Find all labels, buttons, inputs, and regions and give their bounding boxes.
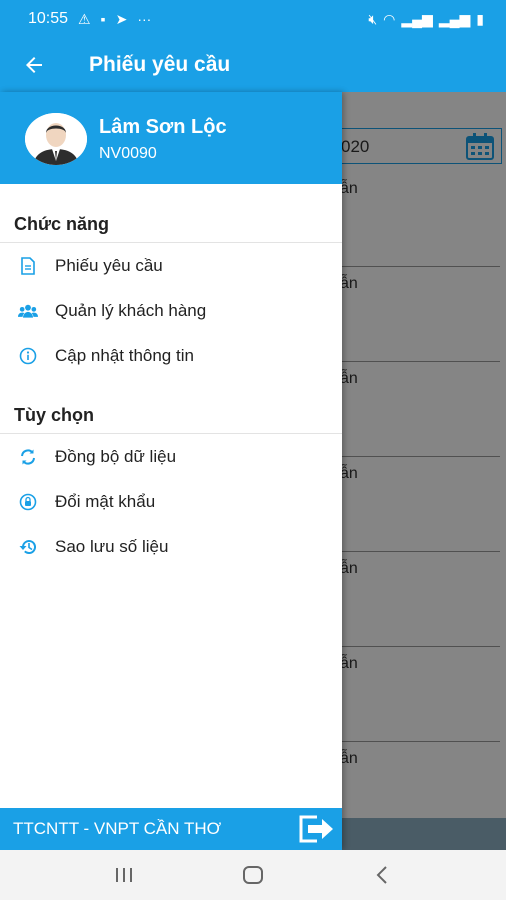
- status-bar: 10:55 ⚠ ▪ ➤ ··· 🔇︎ ◠ ▂▄▆ ▂▄▆ ▮: [0, 0, 506, 38]
- backup-icon: [18, 537, 38, 557]
- menu-item-request-form[interactable]: Phiếu yêu cầu: [0, 244, 342, 288]
- section-title-options: Tùy chọn: [14, 405, 94, 425]
- user-name: Lâm Sơn Lộc: [99, 116, 227, 138]
- menu-item-label: Đồng bộ dữ liệu: [55, 447, 177, 466]
- menu-item-label: Đổi mật khẩu: [55, 492, 156, 511]
- menu-item-backup-data[interactable]: Sao lưu số liệu: [0, 525, 342, 569]
- logout-icon: [299, 815, 333, 843]
- menu-item-sync-data[interactable]: Đồng bộ dữ liệu: [0, 435, 342, 479]
- arrow-left-icon: [26, 57, 42, 73]
- section-title-functions: Chức năng: [14, 214, 110, 234]
- mute-icon: 🔇︎: [368, 11, 378, 27]
- message-icon: ▪: [100, 11, 106, 27]
- lock-icon: [18, 492, 38, 512]
- recent-apps-icon: [116, 868, 133, 882]
- logout-button[interactable]: [296, 812, 336, 846]
- signal-icon-2: ▂▄▆: [438, 11, 471, 27]
- menu-item-update-info[interactable]: Cập nhật thông tin: [0, 334, 342, 378]
- signal-icon: ▂▄▆: [401, 11, 433, 27]
- menu-item-label: Quản lý khách hàng: [55, 301, 207, 320]
- document-icon: [18, 256, 38, 276]
- recent-apps-button[interactable]: [104, 855, 144, 895]
- back-nav-button[interactable]: [362, 855, 402, 895]
- avatar: [25, 113, 87, 165]
- drawer-header: Lâm Sơn Lộc NV0090: [0, 92, 342, 184]
- back-button[interactable]: [0, 38, 68, 92]
- status-time: 10:55: [28, 10, 69, 27]
- wifi-icon: ◠: [383, 11, 396, 27]
- home-icon: [242, 866, 263, 884]
- menu-item-change-password[interactable]: Đổi mật khẩu: [0, 480, 342, 524]
- menu-item-label: Sao lưu số liệu: [55, 537, 169, 556]
- more-notifications-icon: ···: [137, 11, 152, 27]
- warning-icon: ⚠: [78, 11, 91, 27]
- divider: [0, 242, 342, 243]
- people-icon: [18, 301, 38, 321]
- system-navigation-bar: [0, 850, 506, 900]
- menu-item-customer-management[interactable]: Quản lý khách hàng: [0, 289, 342, 333]
- app-bar: Phiếu yêu cầu: [0, 38, 506, 92]
- sync-icon: [18, 447, 38, 467]
- telegram-icon: ➤: [115, 11, 128, 27]
- organization-name: TTCNTT - VNPT CẦN THƠ: [13, 819, 222, 838]
- drawer-footer: TTCNTT - VNPT CẦN THƠ: [0, 808, 342, 850]
- navigation-drawer: Lâm Sơn Lộc NV0090 Chức năng Phiếu yêu c…: [0, 92, 342, 850]
- page-title: Phiếu yêu cầu: [89, 53, 231, 76]
- menu-item-label: Phiếu yêu cầu: [55, 256, 163, 275]
- menu-item-label: Cập nhật thông tin: [55, 346, 194, 365]
- chevron-left-icon: [376, 866, 387, 884]
- divider: [0, 433, 342, 434]
- user-id: NV0090: [99, 145, 157, 162]
- battery-icon: ▮: [476, 11, 484, 27]
- user-avatar-icon: [25, 113, 87, 165]
- info-icon: [18, 346, 38, 366]
- home-button[interactable]: [233, 855, 273, 895]
